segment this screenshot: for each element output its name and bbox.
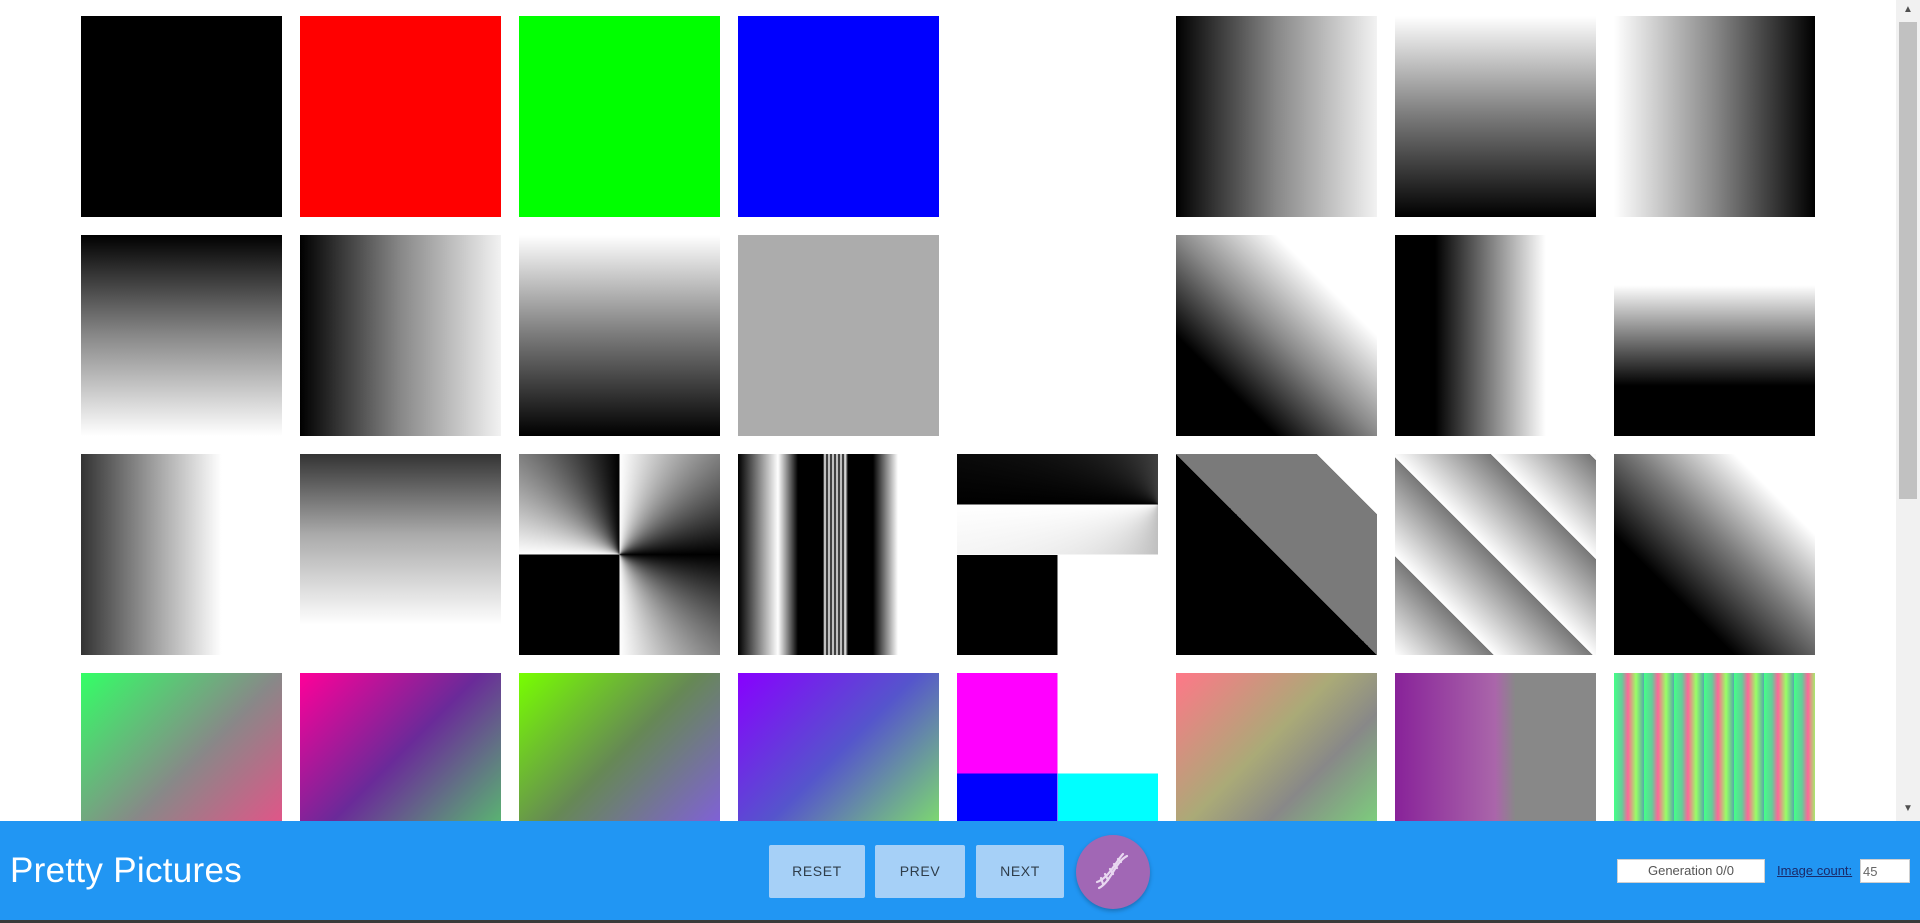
gallery-image-red[interactable] [300, 16, 501, 217]
gallery-image-color-gradient-salmon-gray[interactable] [1176, 673, 1377, 821]
gallery-image-blank [957, 235, 1158, 436]
gallery-image-color-gradient-lime-violet[interactable] [519, 673, 720, 821]
bottom-toolbar: Pretty Pictures RESET PREV NEXT Generati… [0, 821, 1920, 920]
gallery-image-gradient-horizontal-dark-to-light[interactable] [1176, 16, 1377, 217]
gallery-image-color-gradient-green-pink[interactable] [81, 673, 282, 821]
gallery-image-gradient-vertical-light-to-dark[interactable] [1395, 16, 1596, 217]
gallery-image-gradient-vertical-light-to-dark[interactable] [519, 235, 720, 436]
gallery-image-color-gradient-magenta-green[interactable] [300, 673, 501, 821]
gallery-image-color-blocks[interactable] [957, 673, 1158, 821]
scroll-up-icon[interactable]: ▲ [1896, 2, 1920, 18]
gallery-image-band-horizontal-white-to-black[interactable] [1614, 235, 1815, 436]
gallery-image-color-gradient-purple-gray[interactable] [1395, 673, 1596, 821]
gallery-image-color-gradient-purple-cyan[interactable] [738, 673, 939, 821]
gallery-image-gradient-horizontal-dark-to-light[interactable] [300, 235, 501, 436]
dna-icon [1095, 852, 1129, 890]
gallery-image-gradient-horizontal-light-to-dark[interactable] [1614, 16, 1815, 217]
evolve-button[interactable] [1076, 835, 1150, 909]
scroll-thumb[interactable] [1899, 22, 1917, 499]
next-button[interactable]: NEXT [976, 845, 1064, 898]
vertical-scrollbar[interactable]: ▲ ▼ [1896, 0, 1920, 821]
prev-button[interactable]: PREV [875, 845, 965, 898]
image-gallery [0, 0, 1896, 821]
gallery-image-color-plaid[interactable] [1614, 673, 1815, 821]
gallery-image-solid-gray[interactable] [738, 235, 939, 436]
gallery-image-gradient-diagonal-dark[interactable] [1614, 454, 1815, 655]
gallery-image-gradient-horizontal-half[interactable] [81, 454, 282, 655]
image-count-input[interactable] [1860, 859, 1910, 883]
image-count-label[interactable]: Image count: [1777, 862, 1852, 880]
gallery-image-conic-quadrant[interactable] [957, 454, 1158, 655]
gallery-image-gradient-diagonal[interactable] [1176, 235, 1377, 436]
gallery-image-blue[interactable] [738, 16, 939, 217]
gallery-image-gradient-vertical-dark-to-white[interactable] [300, 454, 501, 655]
app-title: Pretty Pictures [10, 851, 243, 890]
gallery-image-diagonal-bands-gray[interactable] [1176, 454, 1377, 655]
reset-button[interactable]: RESET [769, 845, 865, 898]
gallery-image-black[interactable] [81, 16, 282, 217]
gallery-image-blank [957, 16, 1158, 217]
gallery-image-vertical-stripes[interactable] [738, 454, 939, 655]
generation-indicator: Generation 0/0 [1617, 859, 1765, 883]
scroll-down-icon[interactable]: ▼ [1896, 801, 1920, 817]
gallery-image-conic-bowtie[interactable] [519, 454, 720, 655]
gallery-image-green[interactable] [519, 16, 720, 217]
gallery-image-band-vertical-black-to-white[interactable] [1395, 235, 1596, 436]
gallery-image-gradient-vertical-dark-to-light[interactable] [81, 235, 282, 436]
gallery-image-diagonal-stripes[interactable] [1395, 454, 1596, 655]
